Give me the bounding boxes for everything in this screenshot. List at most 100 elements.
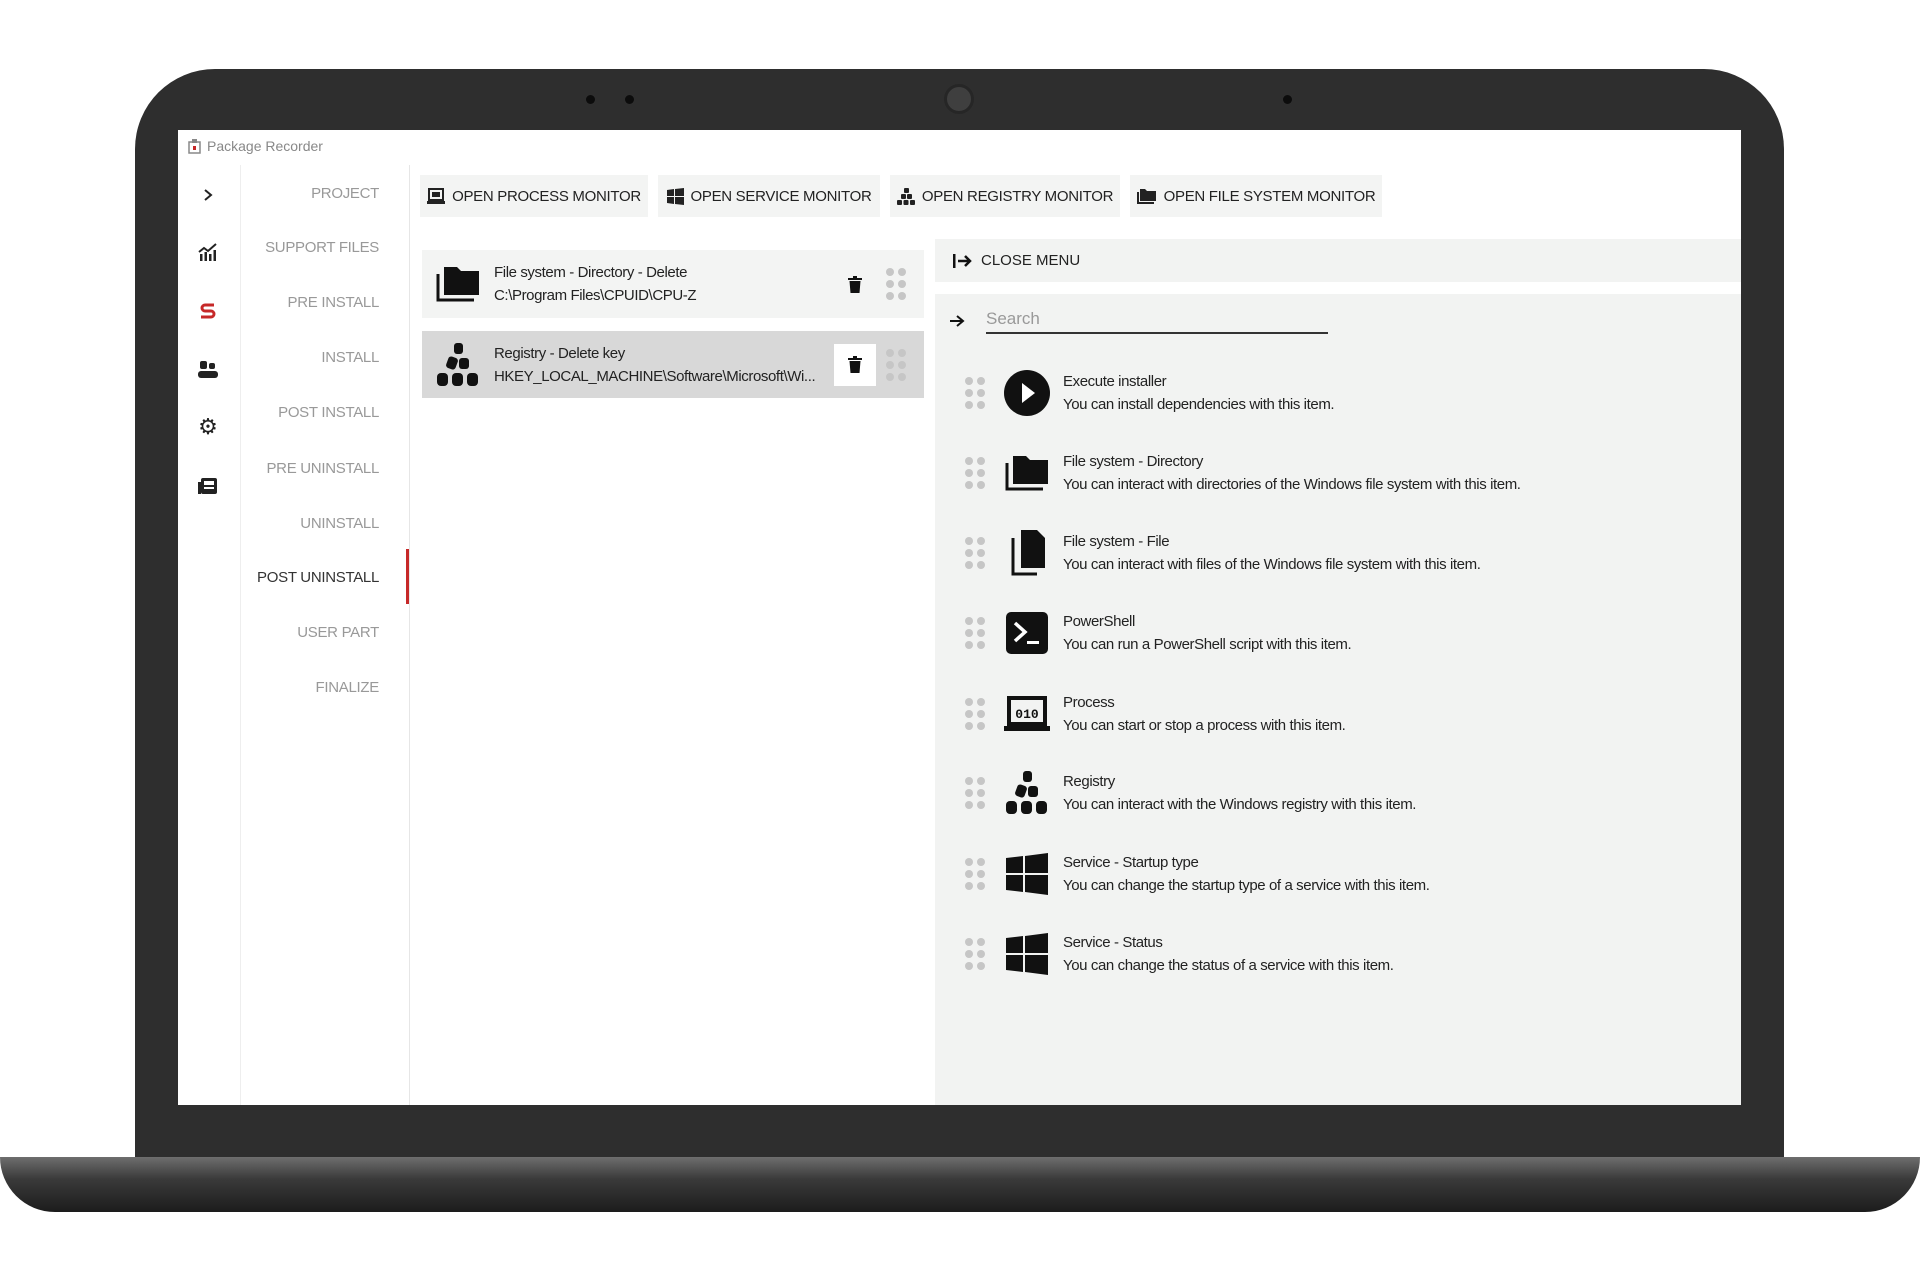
trash-icon	[848, 275, 862, 293]
sensor-dot	[1283, 95, 1292, 104]
step-nav: PROJECT SUPPORT FILES PRE INSTALL INSTAL…	[241, 165, 410, 1105]
process-icon	[427, 188, 446, 204]
close-menu-button[interactable]: CLOSE MENU	[935, 239, 1741, 282]
item-title: Process	[1063, 694, 1115, 711]
item-title: Service - Status	[1063, 934, 1163, 951]
palette-item-registry[interactable]: Registry You can interact with the Window…	[965, 769, 1416, 817]
item-title: Service - Startup type	[1063, 854, 1199, 871]
palette-item-service-status[interactable]: Service - Status You can change the statu…	[965, 930, 1394, 978]
folder-icon	[434, 260, 482, 308]
drag-handle[interactable]	[965, 377, 985, 409]
powershell-icon	[1003, 609, 1051, 657]
item-title: PowerShell	[1063, 613, 1135, 630]
item-desc: You can install dependencies with this i…	[1063, 396, 1335, 413]
item-desc: You can interact with the Windows regist…	[1063, 796, 1417, 813]
swap-icon[interactable]	[196, 299, 220, 323]
nav-post-install[interactable]: POST INSTALL	[278, 404, 379, 421]
item-desc: You can change the startup type of a ser…	[1063, 877, 1430, 894]
title-bar: Package Recorder	[188, 138, 323, 154]
nav-user-part[interactable]: USER PART	[297, 624, 379, 641]
palette-item-powershell[interactable]: PowerShell You can run a PowerShell scrip…	[965, 609, 1352, 657]
item-desc: You can run a PowerShell script with thi…	[1063, 636, 1352, 653]
window-title: Package Recorder	[207, 138, 323, 154]
item-title: Execute installer	[1063, 373, 1167, 390]
item-title: File system - Directory	[1063, 453, 1203, 470]
palette-item-process[interactable]: 010 Process You can start or stop a proce…	[965, 690, 1346, 738]
active-indicator	[406, 549, 409, 604]
folder-icon	[1136, 189, 1156, 204]
close-menu-icon	[953, 253, 972, 268]
step-title: Registry - Delete key	[494, 344, 625, 362]
close-menu-label: CLOSE MENU	[981, 252, 1081, 269]
sensor-dot	[625, 95, 634, 104]
windows-icon	[1003, 850, 1051, 898]
button-label: OPEN SERVICE MONITOR	[690, 187, 872, 205]
open-file-system-monitor-button[interactable]: OPEN FILE SYSTEM MONITOR	[1130, 175, 1382, 217]
nav-finalize[interactable]: FINALIZE	[316, 679, 380, 696]
app-window: Package Recorder ⚙ PROJECT SUPPORT FILES…	[178, 130, 1741, 1105]
registry-icon	[1003, 769, 1051, 817]
play-icon	[1003, 369, 1051, 417]
item-desc: You can interact with files of the Windo…	[1063, 556, 1481, 573]
registry-icon	[896, 187, 915, 205]
file-icon	[1003, 529, 1051, 577]
drag-handle[interactable]	[965, 537, 985, 569]
delete-button[interactable]	[834, 343, 876, 386]
drag-handle[interactable]	[886, 348, 906, 381]
open-service-monitor-button[interactable]: OPEN SERVICE MONITOR	[658, 175, 880, 217]
open-process-monitor-button[interactable]: OPEN PROCESS MONITOR	[420, 175, 648, 217]
nav-pre-uninstall[interactable]: PRE UNINSTALL	[266, 460, 379, 477]
chart-icon[interactable]	[196, 240, 220, 264]
icon-rail: ⚙	[178, 165, 241, 1105]
item-desc: You can start or stop a process with thi…	[1063, 717, 1346, 734]
palette-item-directory[interactable]: File system - Directory You can interact …	[965, 449, 1521, 497]
drag-handle[interactable]	[965, 617, 985, 649]
registry-icon	[434, 341, 482, 389]
button-label: OPEN REGISTRY MONITOR	[921, 187, 1114, 205]
gear-icon[interactable]: ⚙	[196, 414, 220, 439]
item-palette: Execute installer You can install depende…	[935, 294, 1741, 1105]
drag-handle[interactable]	[965, 858, 985, 890]
item-desc: You can change the status of a service w…	[1063, 957, 1394, 974]
svg-text:010: 010	[1015, 707, 1039, 722]
step-detail: HKEY_LOCAL_MACHINE\Software\Microsoft\Wi…	[494, 367, 816, 385]
item-title: Registry	[1063, 773, 1115, 790]
item-desc: You can interact with directories of the…	[1063, 476, 1521, 493]
button-label: OPEN PROCESS MONITOR	[452, 187, 641, 205]
nav-uninstall[interactable]: UNINSTALL	[300, 515, 379, 532]
open-registry-monitor-button[interactable]: OPEN REGISTRY MONITOR	[890, 175, 1120, 217]
drag-handle[interactable]	[965, 938, 985, 970]
nav-pre-install[interactable]: PRE INSTALL	[288, 294, 380, 311]
trash-icon	[848, 356, 862, 373]
windows-icon	[666, 187, 684, 205]
process-icon: 010	[1003, 690, 1051, 738]
users-icon[interactable]	[196, 357, 220, 381]
chevron-right-icon[interactable]	[196, 183, 220, 207]
step-card-selected[interactable]: Registry - Delete key HKEY_LOCAL_MACHINE\…	[422, 331, 924, 398]
drag-handle[interactable]	[965, 457, 985, 489]
laptop-base	[0, 1157, 1920, 1212]
palette-item-execute-installer[interactable]: Execute installer You can install depende…	[965, 369, 1335, 417]
app-icon	[188, 138, 201, 154]
nav-project[interactable]: PROJECT	[311, 185, 379, 202]
news-icon[interactable]	[196, 474, 220, 498]
delete-button[interactable]	[834, 263, 876, 305]
drag-handle[interactable]	[886, 268, 906, 300]
windows-icon	[1003, 930, 1051, 978]
folder-icon	[1003, 449, 1051, 497]
nav-install[interactable]: INSTALL	[321, 349, 379, 366]
step-detail: C:\Program Files\CPUID\CPU-Z	[494, 287, 697, 304]
palette-item-file[interactable]: File system - File You can interact with …	[965, 529, 1481, 577]
nav-support-files[interactable]: SUPPORT FILES	[265, 239, 379, 256]
item-title: File system - File	[1063, 533, 1170, 550]
button-label: OPEN FILE SYSTEM MONITOR	[1163, 187, 1376, 205]
drag-handle[interactable]	[965, 777, 985, 809]
nav-post-uninstall[interactable]: POST UNINSTALL	[257, 569, 379, 586]
arrow-right-icon	[950, 315, 965, 327]
sensor-dot	[586, 95, 595, 104]
search-input[interactable]	[986, 306, 1328, 334]
webcam	[944, 84, 974, 114]
step-card[interactable]: File system - Directory - Delete C:\Progr…	[422, 250, 924, 318]
drag-handle[interactable]	[965, 698, 985, 730]
palette-item-service-startup[interactable]: Service - Startup type You can change the…	[965, 850, 1430, 898]
